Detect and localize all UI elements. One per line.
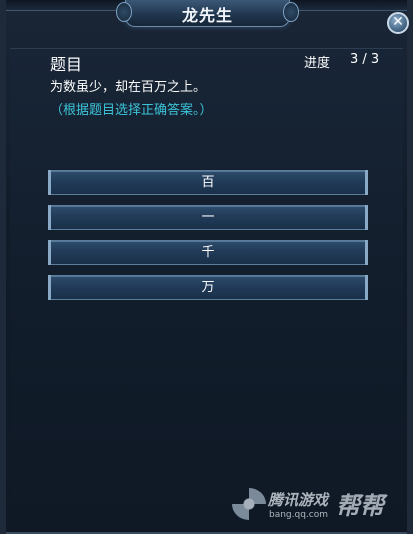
close-button[interactable]: ✕ bbox=[387, 12, 409, 34]
title-tab: 龙先生 bbox=[116, 0, 299, 27]
close-icon: ✕ bbox=[392, 14, 404, 30]
answer-option-1[interactable]: 百 bbox=[48, 170, 368, 195]
watermark-brand: 腾讯游戏 bbox=[268, 491, 329, 509]
tencent-games-logo-icon bbox=[232, 488, 266, 520]
watermark: 腾讯游戏 帮帮 bang.qq.com bbox=[232, 486, 402, 526]
progress-label: 进度 bbox=[304, 56, 331, 71]
answer-option-4[interactable]: 万 bbox=[48, 275, 368, 300]
section-title: 题目 bbox=[50, 55, 83, 74]
answer-option-2[interactable]: 一 bbox=[48, 205, 368, 230]
watermark-url: bang.qq.com bbox=[269, 510, 329, 520]
answer-option-3[interactable]: 千 bbox=[48, 240, 368, 265]
watermark-product: 帮帮 bbox=[336, 492, 384, 520]
progress-value: 3 / 3 bbox=[350, 52, 380, 67]
question-hint: （根据题目选择正确答案。） bbox=[50, 103, 213, 118]
question-text: 为数虽少，却在百万之上。 bbox=[50, 80, 207, 95]
window-title: 龙先生 bbox=[181, 6, 233, 25]
